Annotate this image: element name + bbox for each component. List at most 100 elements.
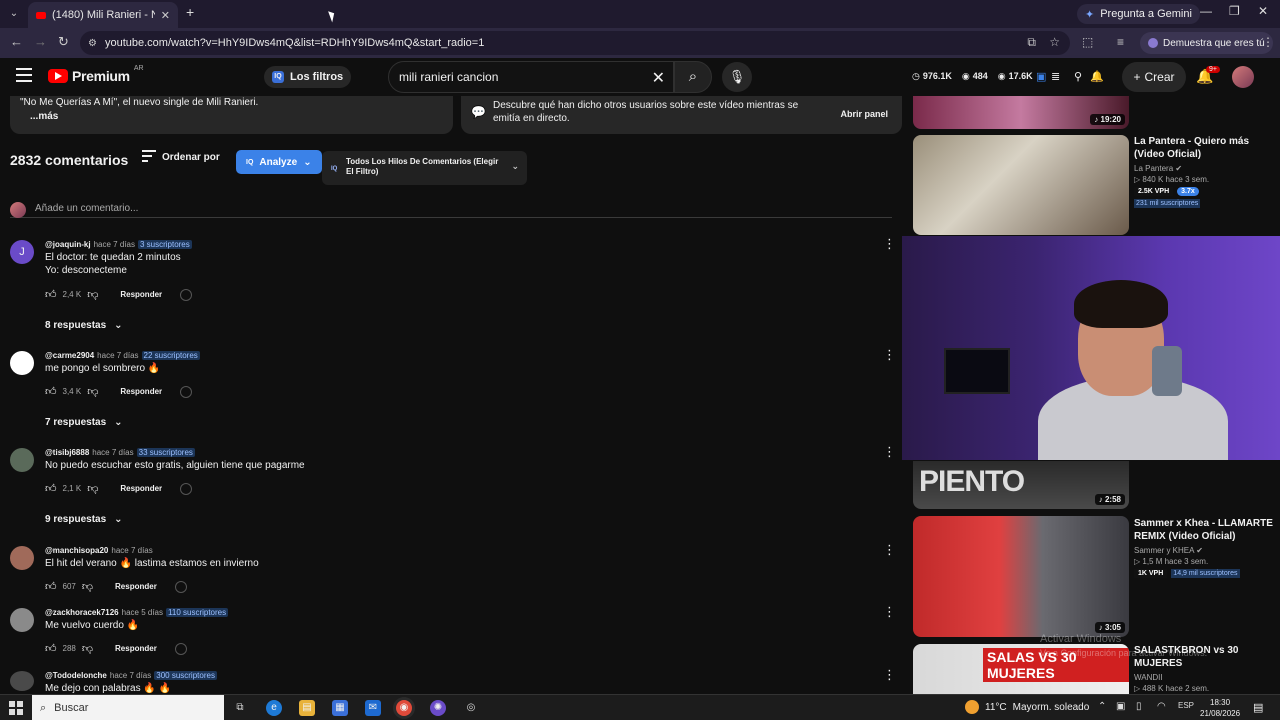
chrome-icon[interactable]: ◉: [396, 700, 412, 716]
queue-icon[interactable]: ≡: [1117, 35, 1124, 49]
site-info-icon[interactable]: ⚙: [88, 38, 97, 49]
reply-button[interactable]: Responder: [115, 644, 157, 653]
comment-author[interactable]: @joaquin-kj: [45, 240, 91, 249]
video-title[interactable]: Sammer x Khea - LLAMARTE REMIX (Video Of…: [1134, 517, 1274, 543]
channel-name[interactable]: WANDII: [1134, 673, 1274, 682]
vidiq-reply-icon[interactable]: [180, 385, 193, 398]
analyze-button[interactable]: IQ Analyze ⌄: [236, 150, 322, 174]
commenter-avatar[interactable]: [10, 671, 34, 691]
thread-filter-dropdown[interactable]: IQ Todos Los Hilos De Comentarios (Elegi…: [322, 151, 527, 185]
windows-start-icon[interactable]: [9, 701, 23, 715]
browser-menu-icon[interactable]: ⋮: [1262, 35, 1274, 49]
commenter-avatar[interactable]: [10, 546, 34, 570]
channel-name[interactable]: La Pantera ✔: [1134, 164, 1274, 173]
view-replies-button[interactable]: 7 respuestas ⌄: [45, 417, 123, 428]
cast-icon[interactable]: ⧉: [1027, 35, 1036, 50]
comment-menu-icon[interactable]: ⋮: [883, 347, 896, 363]
comment-author[interactable]: @tisibj6888: [45, 448, 89, 457]
vidiq-reply-icon[interactable]: [174, 580, 187, 593]
recommendation-thumbnail[interactable]: ♪ 3:05: [913, 516, 1129, 637]
create-button[interactable]: + Crear: [1122, 62, 1186, 92]
mail-icon[interactable]: ✉: [365, 700, 381, 716]
dislike-icon[interactable]: 👎︎: [87, 288, 98, 301]
comment-menu-icon[interactable]: ⋮: [883, 236, 896, 252]
address-bar[interactable]: ⚙ youtube.com/watch?v=HhY9IDws4mQ&list=R…: [80, 31, 1070, 55]
alert-icon[interactable]: 🔔: [1090, 70, 1104, 83]
like-icon[interactable]: 👍︎: [45, 288, 57, 301]
filters-button[interactable]: IQ Los filtros: [264, 66, 352, 88]
voice-search-button[interactable]: 🎙: [722, 62, 752, 92]
clock[interactable]: 18:30 21/08/2026: [1200, 697, 1240, 719]
messenger-icon[interactable]: ✺: [430, 700, 446, 716]
pin-icon[interactable]: ⚲: [1074, 70, 1082, 83]
view-replies-button[interactable]: 8 respuestas ⌄: [45, 320, 123, 331]
reload-icon[interactable]: ↻: [58, 34, 69, 50]
vidiq-icon[interactable]: ▣: [1036, 70, 1046, 83]
commenter-avatar[interactable]: [10, 608, 34, 632]
vidiq-reply-icon[interactable]: [174, 642, 187, 655]
app-icon[interactable]: ◎: [463, 700, 479, 716]
hamburger-menu-icon[interactable]: [16, 68, 32, 82]
comment-menu-icon[interactable]: ⋮: [883, 667, 896, 683]
task-view-icon[interactable]: ⧉: [232, 700, 248, 716]
search-button[interactable]: ⌕: [674, 61, 712, 93]
recommendation-thumbnail[interactable]: PIENTO ♪ 2:58: [913, 461, 1129, 509]
comment-author[interactable]: @carme2904: [45, 351, 94, 360]
notification-center-icon[interactable]: ▤: [1253, 701, 1263, 714]
comment-menu-icon[interactable]: ⋮: [883, 604, 896, 620]
recommendation-thumbnail[interactable]: [913, 135, 1129, 235]
reply-button[interactable]: Responder: [120, 484, 162, 493]
channel-name[interactable]: Sammer y KHEA ✔: [1134, 546, 1274, 555]
reply-button[interactable]: Responder: [115, 582, 157, 591]
comment-author[interactable]: @Tododelonche: [45, 671, 107, 680]
tray-app-icon[interactable]: ▣: [1116, 701, 1125, 712]
minimize-icon[interactable]: —: [1200, 4, 1212, 18]
reply-button[interactable]: Responder: [120, 387, 162, 396]
sort-button[interactable]: Ordenar por: [142, 150, 220, 165]
bookmark-star-icon[interactable]: ☆: [1049, 35, 1060, 49]
tab-search-icon[interactable]: ⌄: [4, 4, 24, 24]
close-tab-icon[interactable]: ✕: [161, 9, 170, 22]
dislike-icon[interactable]: 👎︎: [82, 642, 93, 655]
weather-widget[interactable]: 11°C Mayorm. soleado: [965, 700, 1089, 714]
tray-usb-icon[interactable]: ▯: [1136, 701, 1142, 712]
close-window-icon[interactable]: ✕: [1258, 4, 1268, 18]
list-icon[interactable]: ≣: [1051, 70, 1060, 83]
language-indicator[interactable]: ESP: [1178, 701, 1194, 710]
vidiq-reply-icon[interactable]: [180, 482, 193, 495]
comment-author[interactable]: @zackhoracek7126: [45, 608, 119, 617]
search-input[interactable]: mili ranieri cancion ✕: [388, 61, 674, 93]
youtube-premium-logo[interactable]: Premium AR: [48, 65, 144, 84]
comment-author[interactable]: @manchisopa20: [45, 546, 108, 555]
dislike-icon[interactable]: 👎︎: [87, 385, 98, 398]
description-more-link[interactable]: ...más: [30, 110, 443, 123]
like-icon[interactable]: 👍︎: [45, 482, 57, 495]
dislike-icon[interactable]: 👎︎: [87, 482, 98, 495]
back-icon[interactable]: ←: [10, 34, 23, 49]
clear-search-icon[interactable]: ✕: [652, 68, 665, 88]
file-explorer-icon[interactable]: ▤: [299, 700, 315, 716]
vidiq-reply-icon[interactable]: [180, 288, 193, 301]
video-title[interactable]: La Pantera - Quiero más (Video Oficial): [1134, 135, 1274, 161]
commenter-avatar[interactable]: [10, 448, 34, 472]
commenter-avatar[interactable]: J: [10, 240, 34, 264]
browser-tab[interactable]: (1480) Mili Ranieri - No Me Qu ✕: [28, 2, 178, 28]
account-avatar[interactable]: [1232, 66, 1254, 88]
add-comment-input[interactable]: Añade un comentario...: [35, 203, 138, 214]
store-icon[interactable]: ▦: [332, 700, 348, 716]
profile-chip[interactable]: Demuestra que eres tú: [1140, 32, 1273, 54]
taskbar-search[interactable]: ⌕ Buscar: [32, 695, 224, 720]
tray-chevron-icon[interactable]: ⌃: [1098, 701, 1106, 712]
forward-icon[interactable]: →: [34, 34, 47, 49]
video-description[interactable]: "No Me Querías A Mí", el nuevo single de…: [10, 96, 453, 134]
recommendation-info[interactable]: Sammer x Khea - LLAMARTE REMIX (Video Of…: [1134, 517, 1274, 578]
commenter-avatar[interactable]: [10, 351, 34, 375]
like-icon[interactable]: 👍︎: [45, 385, 57, 398]
dislike-icon[interactable]: 👎︎: [82, 580, 93, 593]
view-replies-button[interactable]: 9 respuestas ⌄: [45, 514, 123, 525]
like-icon[interactable]: 👍︎: [45, 642, 57, 655]
like-icon[interactable]: 👍︎: [45, 580, 57, 593]
edge-icon[interactable]: e: [266, 700, 282, 716]
reply-button[interactable]: Responder: [120, 290, 162, 299]
new-tab-button[interactable]: +: [186, 4, 194, 20]
